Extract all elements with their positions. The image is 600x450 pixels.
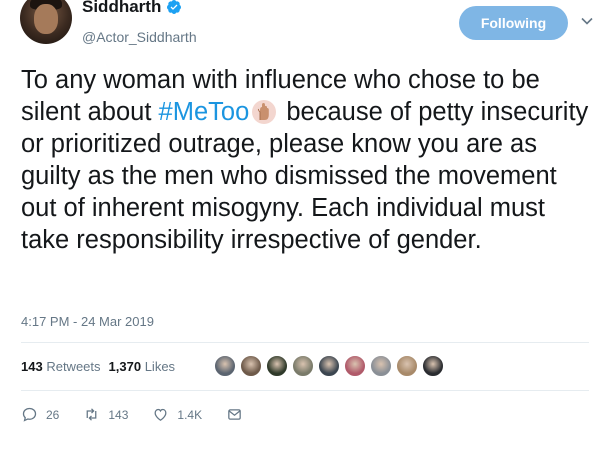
author-handle[interactable]: @Actor_Siddharth bbox=[82, 29, 197, 45]
retweet-action[interactable]: 143 bbox=[83, 406, 128, 423]
message-icon bbox=[228, 409, 241, 420]
liker-avatar[interactable] bbox=[343, 354, 367, 378]
author-name-row: Siddharth bbox=[82, 0, 182, 17]
reply-icon bbox=[22, 407, 37, 422]
retweets-count: 143 bbox=[21, 359, 43, 374]
divider-top bbox=[21, 342, 589, 343]
retweets-label: Retweets bbox=[46, 359, 101, 374]
liker-avatars bbox=[213, 354, 447, 378]
reply-action[interactable]: 26 bbox=[21, 406, 59, 423]
message-action[interactable] bbox=[226, 406, 243, 423]
like-count: 1.4K bbox=[177, 407, 203, 422]
likes-label: Likes bbox=[144, 359, 176, 374]
tweet-actions: 26 143 1.4K bbox=[21, 406, 267, 423]
liker-avatar[interactable] bbox=[291, 354, 315, 378]
liker-avatar[interactable] bbox=[369, 354, 393, 378]
retweets-stat[interactable]: 143 Retweets bbox=[21, 359, 101, 374]
chevron-down-icon[interactable] bbox=[580, 14, 594, 28]
heart-icon bbox=[154, 408, 167, 421]
likes-count: 1,370 bbox=[108, 359, 142, 374]
tweet-text: To any woman with influence who chose to… bbox=[21, 64, 596, 256]
engagement-stats: 143 Retweets 1,370 Likes bbox=[21, 359, 175, 374]
liker-avatar[interactable] bbox=[265, 354, 289, 378]
raised-hand-emoji-icon bbox=[252, 100, 277, 124]
liker-avatar[interactable] bbox=[317, 354, 341, 378]
like-action[interactable]: 1.4K bbox=[152, 406, 202, 423]
likes-stat[interactable]: 1,370 Likes bbox=[109, 359, 176, 374]
following-button[interactable]: Following bbox=[459, 6, 568, 40]
liker-avatar[interactable] bbox=[395, 354, 419, 378]
retweet-count: 143 bbox=[108, 407, 129, 422]
verified-badge-icon bbox=[167, 0, 182, 14]
hashtag-link[interactable]: #MeToo bbox=[159, 98, 250, 126]
avatar-face bbox=[34, 4, 58, 34]
liker-avatar[interactable] bbox=[421, 354, 445, 378]
liker-avatar[interactable] bbox=[213, 354, 237, 378]
tweet-timestamp[interactable]: 4:17 PM - 24 Mar 2019 bbox=[21, 314, 154, 329]
avatar[interactable] bbox=[20, 0, 72, 44]
author-display-name[interactable]: Siddharth bbox=[82, 0, 161, 17]
reply-count: 26 bbox=[46, 407, 60, 422]
divider-bottom bbox=[21, 390, 589, 391]
liker-avatar[interactable] bbox=[239, 354, 263, 378]
retweet-icon bbox=[86, 408, 97, 421]
